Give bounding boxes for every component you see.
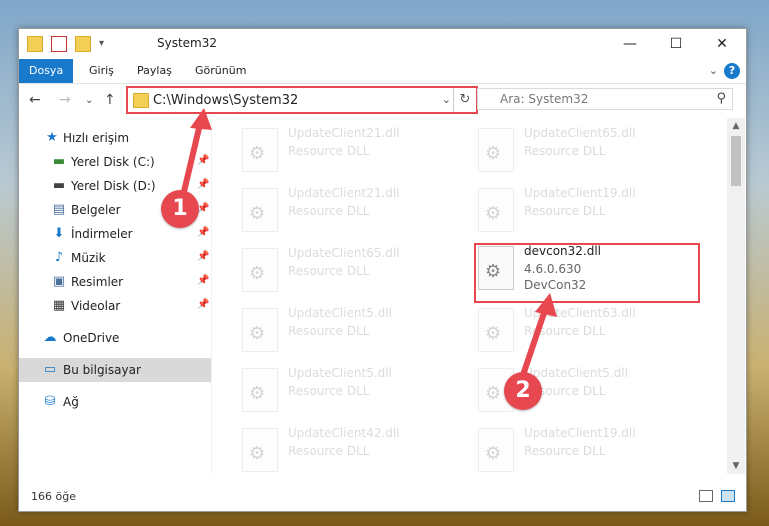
- dll-file-icon: ⚙: [242, 368, 278, 412]
- file-item[interactable]: ⚙ UpdateClient42.dll Resource DLL: [242, 426, 472, 474]
- gear-icon: ⚙: [249, 443, 266, 464]
- drive-icon: ▬: [52, 178, 66, 193]
- refresh-icon[interactable]: ↻: [453, 88, 476, 112]
- sidebar-item-quick-access[interactable]: ★ Hızlı erişim: [19, 126, 211, 150]
- network-icon: ⛁: [44, 394, 56, 409]
- tab-home[interactable]: Giriş: [79, 59, 124, 83]
- gear-icon: ⚙: [485, 383, 502, 404]
- computer-icon: ▭: [43, 362, 57, 377]
- sidebar-item-music[interactable]: ♪ Müzik 📌: [19, 246, 211, 270]
- gear-icon: ⚙: [249, 323, 266, 344]
- back-arrow-icon[interactable]: ←: [29, 92, 41, 108]
- music-icon: ♪: [54, 250, 64, 265]
- minimize-button[interactable]: —: [607, 29, 653, 59]
- status-bar: 166 öğe: [19, 485, 746, 509]
- file-item[interactable]: ⚙ UpdateClient21.dll Resource DLL: [242, 126, 472, 182]
- videos-icon: ▦: [52, 298, 66, 313]
- file-item[interactable]: ⚙ UpdateClient19.dll Resource DLL: [478, 186, 708, 242]
- dll-file-icon: ⚙: [478, 128, 514, 172]
- dll-file-icon: ⚙: [478, 308, 514, 352]
- file-item[interactable]: ⚙ UpdateClient5.dll Resource DLL: [242, 366, 472, 422]
- pin-icon: 📌: [197, 227, 210, 238]
- gear-icon: ⚙: [249, 143, 266, 164]
- scroll-down-icon[interactable]: ▼: [727, 458, 745, 474]
- dll-file-icon: ⚙: [242, 188, 278, 232]
- file-item[interactable]: ⚙ UpdateClient65.dll Resource DLL: [478, 126, 708, 182]
- star-icon: ★: [46, 130, 58, 145]
- download-icon: ⬇: [53, 226, 65, 241]
- step-2-callout: 2: [504, 372, 542, 410]
- sidebar-item-network[interactable]: ⛁ Ağ: [19, 390, 211, 414]
- navigation-pane: ★ Hızlı erişim ▬ Yerel Disk (C:) 📌 ▬ Yer…: [19, 118, 212, 474]
- cloud-icon: ☁: [43, 330, 57, 345]
- new-folder-icon[interactable]: [75, 36, 91, 52]
- tab-share[interactable]: Paylaş: [127, 59, 182, 83]
- forward-arrow-icon[interactable]: →: [59, 92, 71, 108]
- drive-icon: ▬: [52, 154, 66, 169]
- file-item[interactable]: ⚙ UpdateClient21.dll Resource DLL: [242, 186, 472, 242]
- gear-icon: ⚙: [485, 143, 502, 164]
- file-item[interactable]: ⚙ UpdateClient65.dll Resource DLL: [242, 246, 472, 302]
- file-item[interactable]: ⚙ UpdateClient19.dll Resource DLL: [478, 426, 708, 474]
- file-item[interactable]: ⚙ UpdateClient5.dll Resource DLL: [242, 306, 472, 362]
- pictures-icon: ▣: [52, 274, 66, 289]
- dll-file-icon: ⚙: [242, 428, 278, 472]
- step-1-callout: 1: [161, 190, 199, 228]
- folder-icon: [27, 36, 43, 52]
- tab-file[interactable]: Dosya: [19, 59, 74, 83]
- gear-icon: ⚙: [485, 323, 502, 344]
- quick-access-toolbar: ▾: [27, 36, 121, 52]
- chevron-down-icon[interactable]: ⌄: [442, 93, 451, 106]
- scroll-up-icon[interactable]: ▲: [727, 118, 745, 134]
- address-bar[interactable]: C:\Windows\System32 ⌄ ↻: [126, 86, 478, 114]
- scroll-thumb[interactable]: [731, 136, 741, 186]
- close-button[interactable]: ✕: [699, 29, 745, 59]
- pin-icon: 📌: [197, 251, 210, 262]
- maximize-button[interactable]: ☐: [653, 29, 699, 59]
- item-count: 166 öğe: [31, 490, 76, 503]
- ribbon-tabs: Dosya Giriş Paylaş Görünüm ⌄ ?: [19, 59, 746, 84]
- pin-icon: 📌: [197, 275, 210, 286]
- search-input[interactable]: Ara: System32 ⚲: [477, 88, 733, 110]
- address-path[interactable]: C:\Windows\System32: [153, 93, 298, 108]
- dll-file-icon: ⚙: [478, 188, 514, 232]
- file-item[interactable]: ⚙ UpdateClient63.dll Resource DLL: [478, 306, 708, 362]
- gear-icon: ⚙: [249, 263, 266, 284]
- pin-icon: 📌: [197, 299, 210, 310]
- dll-file-icon: ⚙: [478, 428, 514, 472]
- details-view-icon[interactable]: [699, 490, 713, 502]
- dll-file-icon: ⚙: [242, 248, 278, 292]
- expand-ribbon-icon[interactable]: ⌄: [709, 64, 718, 77]
- help-icon[interactable]: ?: [724, 63, 740, 79]
- sidebar-item-this-pc[interactable]: ▭ Bu bilgisayar: [19, 358, 211, 382]
- sidebar-item-onedrive[interactable]: ☁ OneDrive: [19, 326, 211, 350]
- tab-view[interactable]: Görünüm: [185, 59, 256, 83]
- gear-icon: ⚙: [249, 203, 266, 224]
- dll-file-icon: ⚙: [242, 128, 278, 172]
- sidebar-item-videos[interactable]: ▦ Videolar 📌: [19, 294, 211, 318]
- title-bar: ▾ System32 — ☐ ✕: [19, 29, 746, 59]
- window-title: System32: [157, 36, 218, 50]
- sidebar-item-pictures[interactable]: ▣ Resimler 📌: [19, 270, 211, 294]
- navigation-bar: ← → ⌄ ↑ C:\Windows\System32 ⌄ ↻ Ara: Sys…: [19, 84, 746, 118]
- pin-icon: 📌: [197, 179, 210, 190]
- dll-file-icon: ⚙: [242, 308, 278, 352]
- sidebar-item-local-disk-c[interactable]: ▬ Yerel Disk (C:) 📌: [19, 150, 211, 174]
- search-icon[interactable]: ⚲: [716, 91, 726, 106]
- vertical-scrollbar[interactable]: ▲ ▼: [727, 118, 745, 474]
- customize-toolbar-icon[interactable]: ▾: [99, 37, 113, 51]
- gear-icon: ⚙: [485, 443, 502, 464]
- search-placeholder: Ara: System32: [500, 92, 589, 106]
- pin-icon: 📌: [197, 155, 210, 166]
- gear-icon: ⚙: [249, 383, 266, 404]
- highlight-box: [474, 243, 700, 303]
- documents-icon: ▤: [52, 202, 66, 217]
- up-arrow-icon[interactable]: ↑: [104, 92, 116, 108]
- folder-icon: [133, 93, 149, 108]
- gear-icon: ⚙: [485, 203, 502, 224]
- large-icons-view-icon[interactable]: [721, 490, 735, 502]
- properties-icon[interactable]: [51, 36, 67, 52]
- recent-locations-icon[interactable]: ⌄: [85, 95, 93, 106]
